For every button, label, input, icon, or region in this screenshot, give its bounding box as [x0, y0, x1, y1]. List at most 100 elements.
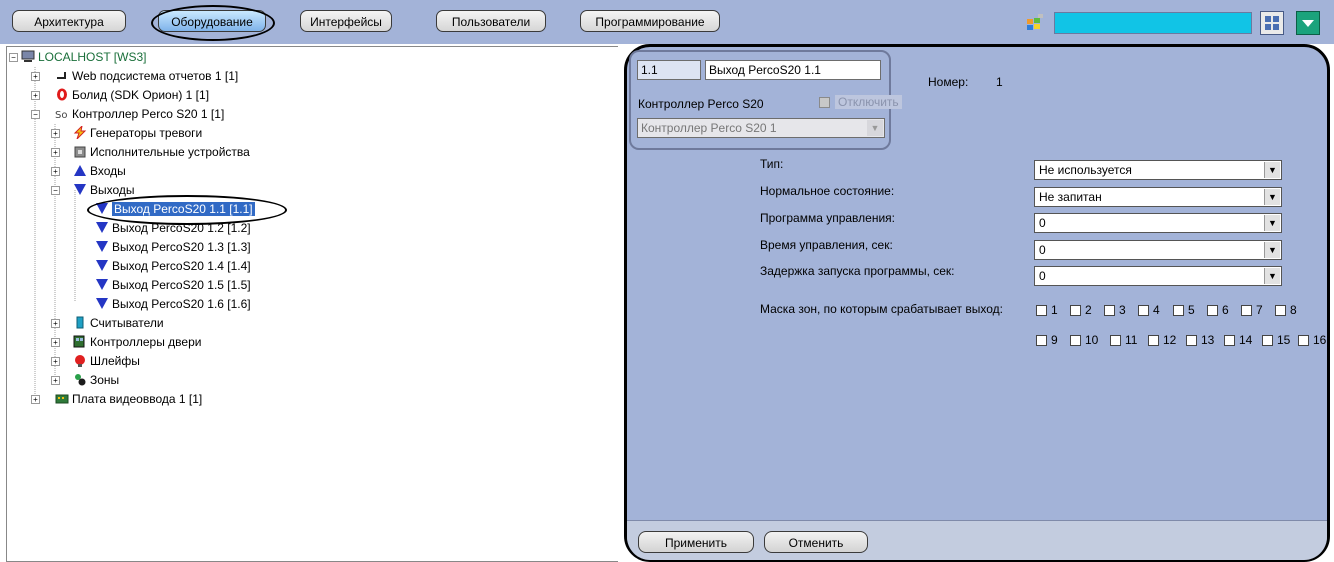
tree-item-perco-controller[interactable]: So Контроллер Perco S20 1 [1] [55, 105, 224, 123]
expand-toggle[interactable]: + [51, 357, 60, 366]
type-select[interactable]: Не используется ▼ [1034, 160, 1282, 180]
zone-checkbox-15[interactable]: 15 [1262, 333, 1290, 347]
collapse-toggle[interactable]: − [9, 53, 18, 62]
bolid-icon [57, 88, 67, 101]
zone-icon [75, 374, 86, 386]
zone-checkbox-2[interactable]: 2 [1070, 303, 1092, 317]
tree-item-video-board[interactable]: Плата видеоввода 1 [1] [55, 390, 202, 408]
collapse-toggle[interactable]: − [51, 186, 60, 195]
zone-checkbox-3[interactable]: 3 [1104, 303, 1126, 317]
expand-toggle[interactable]: + [51, 338, 60, 347]
output-triangle-icon [96, 279, 108, 290]
normal-state-select[interactable]: Не запитан ▼ [1034, 187, 1282, 207]
control-time-select[interactable]: 0 ▼ [1034, 240, 1282, 260]
door-controller-icon [73, 335, 85, 348]
zone-checkbox-8[interactable]: 8 [1275, 303, 1297, 317]
tree-item-web-reports[interactable]: Web подсистема отчетов 1 [1] [55, 67, 238, 85]
tab-interfaces[interactable]: Интерфейсы [300, 10, 392, 32]
zone-checkbox-13[interactable]: 13 [1186, 333, 1214, 347]
tree-item-outputs[interactable]: Выходы [73, 181, 135, 199]
tree-item-bolid[interactable]: Болид (SDK Орион) 1 [1] [55, 86, 209, 104]
tree-item-output-1-6[interactable]: Выход PercoS20 1.6 [1.6] [95, 295, 251, 313]
tab-users[interactable]: Пользователи [436, 10, 546, 32]
zone-checkbox-10[interactable]: 10 [1070, 333, 1098, 347]
zone-checkbox-1[interactable]: 1 [1036, 303, 1058, 317]
tab-architecture[interactable]: Архитектура [12, 10, 126, 32]
zone-checkbox-16[interactable]: 16 [1298, 333, 1326, 347]
output-triangle-icon [96, 260, 108, 271]
tree-item-output-1-1[interactable]: Выход PercoS20 1.1 [1.1] [95, 200, 255, 218]
tree-item-door-controllers[interactable]: Контроллеры двери [73, 333, 201, 351]
expand-toggle[interactable]: + [51, 129, 60, 138]
expand-toggle[interactable]: + [51, 376, 60, 385]
tab-equipment[interactable]: Оборудование [158, 10, 266, 32]
expand-toggle[interactable]: + [51, 167, 60, 176]
grid-layout-icon[interactable] [1260, 11, 1284, 35]
expand-toggle[interactable]: + [31, 72, 40, 81]
disable-label: Отключить [835, 95, 902, 109]
zone-checkbox-5[interactable]: 5 [1173, 303, 1195, 317]
svg-text:So: So [55, 110, 67, 120]
controller-icon: So [55, 110, 67, 120]
disable-checkbox[interactable] [819, 97, 830, 108]
zone-checkbox-14[interactable]: 14 [1224, 333, 1252, 347]
actuator-icon [74, 146, 86, 158]
tree-item-output-1-3[interactable]: Выход PercoS20 1.3 [1.3] [95, 238, 251, 256]
tree-item-output-1-4[interactable]: Выход PercoS20 1.4 [1.4] [95, 257, 251, 275]
tree-item-inputs[interactable]: Входы [73, 162, 126, 180]
expand-toggle[interactable]: + [51, 319, 60, 328]
tree-item-loops[interactable]: Шлейфы [73, 352, 140, 370]
lightning-icon [73, 126, 87, 139]
expand-toggle[interactable]: + [31, 395, 40, 404]
zone-checkbox-7[interactable]: 7 [1241, 303, 1263, 317]
tree-item-zones[interactable]: Зоны [73, 371, 119, 389]
zone-checkbox-12[interactable]: 12 [1148, 333, 1176, 347]
type-label: Тип: [760, 157, 784, 171]
loop-icon [75, 355, 85, 367]
zone-mask-label: Маска зон, по которым срабатывает выход: [760, 302, 1003, 316]
cancel-button[interactable]: Отменить [764, 531, 868, 553]
apply-button[interactable]: Применить [638, 531, 754, 553]
video-board-icon [55, 394, 69, 404]
input-triangle-icon [74, 165, 86, 176]
output-triangle-icon [96, 222, 108, 233]
tree-item-output-1-2[interactable]: Выход PercoS20 1.2 [1.2] [95, 219, 251, 237]
delay-select[interactable]: 0 ▼ [1034, 266, 1282, 286]
tree-root[interactable]: LOCALHOST [WS3] [21, 48, 146, 66]
collapse-toggle[interactable]: − [31, 110, 40, 119]
tree-item-output-1-5[interactable]: Выход PercoS20 1.5 [1.5] [95, 276, 251, 294]
zone-checkbox-11[interactable]: 11 [1110, 333, 1137, 347]
zone-checkbox-4[interactable]: 4 [1138, 303, 1160, 317]
tab-programming[interactable]: Программирование [580, 10, 720, 32]
object-tree: − LOCALHOST [WS3] + Web подсистема отчет… [6, 46, 618, 562]
chevron-down-icon[interactable] [1296, 11, 1320, 35]
tree-item-readers[interactable]: Считыватели [73, 314, 164, 332]
expand-toggle[interactable]: + [51, 148, 60, 157]
tree-item-actuators[interactable]: Исполнительные устройства [73, 143, 250, 161]
program-select[interactable]: 0 ▼ [1034, 213, 1282, 233]
program-label: Программа управления: [760, 211, 895, 225]
parent-label: Контроллер Perco S20 [638, 97, 764, 111]
object-name-field[interactable]: Выход PercoS20 1.1 [705, 60, 881, 80]
output-triangle-icon [96, 241, 108, 252]
object-id-field[interactable]: 1.1 [637, 60, 701, 80]
output-triangle-icon [74, 184, 86, 195]
computer-icon [21, 50, 35, 62]
dropdown-arrow-icon: ▼ [1264, 162, 1280, 178]
dropdown-arrow-icon: ▼ [1264, 215, 1280, 231]
expand-toggle[interactable]: + [31, 91, 40, 100]
dropdown-arrow-icon: ▼ [1264, 189, 1280, 205]
search-field[interactable] [1054, 12, 1252, 34]
zone-checkbox-9[interactable]: 9 [1036, 333, 1058, 347]
windows-flag-icon[interactable] [1026, 14, 1044, 30]
reader-icon [76, 316, 84, 329]
output-triangle-icon [96, 203, 108, 214]
normal-state-label: Нормальное состояние: [760, 184, 895, 198]
parent-select[interactable]: Контроллер Perco S20 1 ▼ [637, 118, 885, 138]
control-time-label: Время управления, сек: [760, 238, 893, 252]
dropdown-arrow-icon: ▼ [867, 120, 883, 136]
output-triangle-icon [96, 298, 108, 309]
tree-item-alarm-generators[interactable]: Генераторы тревоги [73, 124, 202, 142]
dropdown-arrow-icon: ▼ [1264, 268, 1280, 284]
zone-checkbox-6[interactable]: 6 [1207, 303, 1229, 317]
